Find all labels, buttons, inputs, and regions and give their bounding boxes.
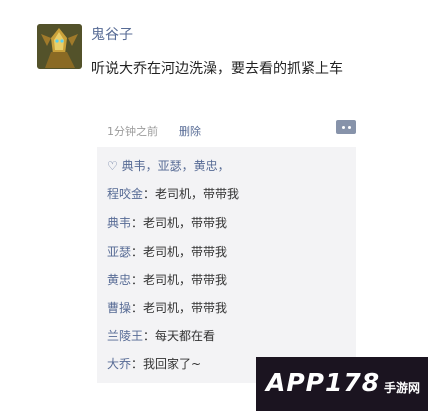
comment-item[interactable]: 典韦：老司机，带带我: [107, 214, 227, 231]
comment-author[interactable]: 曹操: [107, 301, 131, 315]
comment-separator: ：: [143, 329, 156, 343]
comment-separator: ：: [131, 245, 144, 259]
comment-item[interactable]: 大乔：我回家了~: [107, 355, 201, 372]
comment-author[interactable]: 黄忠: [107, 273, 131, 287]
comment-item[interactable]: 曹操：老司机，带带我: [107, 299, 227, 316]
avatar[interactable]: [37, 24, 82, 69]
comment-item[interactable]: 兰陵王：每天都在看: [107, 327, 215, 344]
post-timestamp: 1分钟之前: [107, 125, 158, 138]
comment-separator: ：: [131, 216, 144, 230]
comment-text: 我回家了~: [143, 357, 202, 371]
watermark-brand: APP178: [266, 368, 381, 397]
comment-item[interactable]: 亚瑟：老司机，带带我: [107, 243, 227, 260]
comment-author[interactable]: 典韦: [107, 216, 131, 230]
comment-author[interactable]: 兰陵王: [107, 329, 143, 343]
comment-separator: ：: [131, 301, 144, 315]
comments-panel: [97, 147, 356, 383]
comment-text: 每天都在看: [155, 329, 216, 343]
comment-text: 老司机，带带我: [143, 216, 228, 230]
comment-separator: ：: [131, 273, 144, 287]
comment-text: 老司机，带带我: [155, 187, 240, 201]
delete-button[interactable]: 删除: [179, 123, 201, 139]
comment-text: 老司机，带带我: [143, 301, 228, 315]
comment-separator: ：: [131, 357, 144, 371]
comment-author[interactable]: 亚瑟: [107, 245, 131, 259]
comment-author[interactable]: 大乔: [107, 357, 131, 371]
comment-author[interactable]: 程咬金: [107, 187, 143, 201]
comment-menu-icon[interactable]: [336, 120, 356, 134]
watermark-sub: 手游网: [383, 381, 420, 395]
watermark-logo: APP178 手游网: [256, 357, 428, 411]
comment-text: 老司机，带带我: [143, 273, 228, 287]
post-author[interactable]: 鬼谷子: [91, 24, 133, 44]
comment-separator: ：: [143, 187, 156, 201]
comment-text: 老司机，带带我: [143, 245, 228, 259]
likes-list[interactable]: ♡ 典韦，亚瑟，黄忠，: [107, 157, 230, 174]
comment-item[interactable]: 程咬金：老司机，带带我: [107, 185, 239, 202]
comment-item[interactable]: 黄忠：老司机，带带我: [107, 271, 227, 288]
post-text: 听说大乔在河边洗澡，要去看的抓紧上车: [91, 61, 343, 77]
